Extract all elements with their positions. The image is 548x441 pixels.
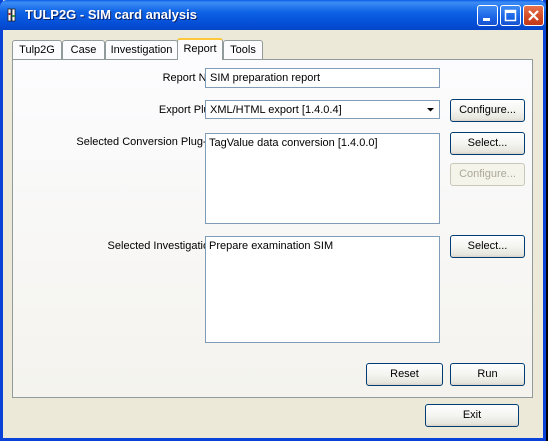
select-conversion-button[interactable]: Select... [450, 132, 525, 155]
list-item[interactable]: TagValue data conversion [1.4.0.0] [209, 137, 436, 149]
exit-button[interactable]: Exit [425, 404, 519, 427]
title-bar[interactable]: TULP2G - SIM card analysis [0, 0, 546, 30]
configure-conversion-button[interactable]: Configure... [450, 163, 525, 186]
report-name-input[interactable]: SIM preparation report [205, 68, 440, 88]
tab-investigation[interactable]: Investigation [105, 40, 178, 59]
close-icon [528, 10, 539, 21]
maximize-icon [504, 9, 517, 22]
list-item[interactable]: Prepare examination SIM [209, 240, 436, 252]
tab-tools[interactable]: Tools [223, 40, 263, 59]
chevron-down-icon [427, 108, 434, 112]
minimize-button[interactable] [477, 5, 498, 26]
export-plugin-value: XML/HTML export [1.4.0.4] [210, 104, 342, 116]
configure-export-button[interactable]: Configure... [450, 99, 525, 122]
export-plugin-select[interactable]: XML/HTML export [1.4.0.4] [205, 100, 440, 119]
tab-tulp2g[interactable]: Tulp2G [12, 40, 62, 59]
close-button[interactable] [523, 5, 544, 26]
run-button[interactable]: Run [450, 363, 525, 386]
tab-case[interactable]: Case [62, 40, 105, 59]
reset-button[interactable]: Reset [366, 363, 443, 386]
conversion-plugins-list[interactable]: TagValue data conversion [1.4.0.0] [205, 133, 440, 224]
minimize-icon [483, 18, 490, 21]
select-investigation-button[interactable]: Select... [450, 235, 525, 258]
tab-report[interactable]: Report [177, 38, 223, 60]
maximize-button[interactable] [500, 5, 521, 26]
app-icon [7, 8, 16, 22]
window-title: TULP2G - SIM card analysis [25, 7, 197, 22]
report-panel: Report Name SIM preparation report Expor… [12, 59, 533, 398]
investigations-list[interactable]: Prepare examination SIM [205, 236, 440, 343]
dropdown-arrow-button[interactable] [423, 102, 438, 117]
main-window: TULP2G - SIM card analysis Tulp2G Case I… [0, 0, 546, 441]
